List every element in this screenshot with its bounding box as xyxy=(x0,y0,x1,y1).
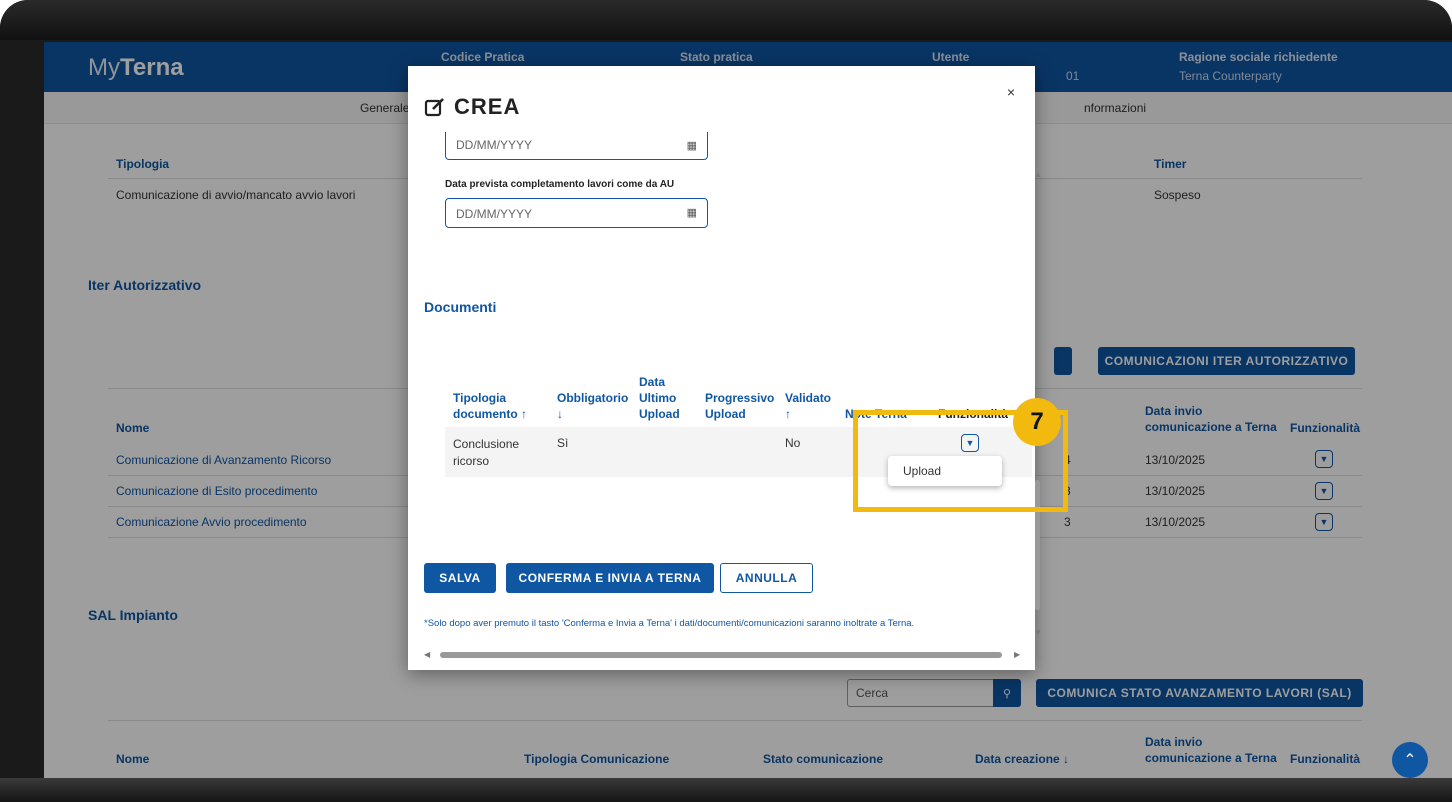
date-field-2[interactable]: DD/MM/YYYY ▦ xyxy=(445,198,708,228)
documenti-title: Documenti xyxy=(424,299,497,315)
doc-col-data-ultimo: Data Ultimo Upload xyxy=(639,375,680,421)
salva-button[interactable]: SALVA xyxy=(424,563,496,593)
close-icon[interactable]: × xyxy=(1007,84,1015,100)
doc-row-tipologia: Conclusione ricorso xyxy=(453,437,520,468)
doc-col-validato[interactable]: Validato ↑ xyxy=(785,390,831,422)
date-label-2: Data prevista completamento lavori come … xyxy=(445,179,675,190)
horizontal-scrollbar[interactable]: ◀ ▶ xyxy=(424,650,1024,660)
doc-row-obbligatorio: Sì xyxy=(557,436,569,450)
laptop-bezel xyxy=(0,778,1452,802)
doc-col-obbligatorio[interactable]: Obbligatorio ↓ xyxy=(557,390,628,422)
calendar-icon: ▦ xyxy=(686,140,697,152)
edit-icon xyxy=(424,98,444,117)
step-badge: 7 xyxy=(1013,398,1061,446)
scroll-to-top-button[interactable]: ⌃ xyxy=(1392,742,1428,778)
conferma-invia-button[interactable]: CONFERMA E INVIA A TERNA xyxy=(506,563,714,593)
modal-title: CREA xyxy=(424,94,520,120)
doc-row-validato: No xyxy=(785,436,801,450)
calendar-icon: ▦ xyxy=(686,207,697,219)
annulla-button[interactable]: ANNULLA xyxy=(720,563,813,593)
doc-col-progressivo: Progressivo Upload xyxy=(705,391,775,421)
footnote: *Solo dopo aver premuto il tasto 'Confer… xyxy=(424,618,915,629)
doc-col-tipologia[interactable]: Tipologia documento ↑ xyxy=(453,390,543,422)
crea-modal: CREA × DD/MM/YYYY ▦ Data prevista complet… xyxy=(408,66,1042,670)
app-screen: MyTerna Codice Pratica Stato pratica Ute… xyxy=(44,42,1452,778)
date-field-1[interactable]: DD/MM/YYYY ▦ xyxy=(445,132,708,160)
